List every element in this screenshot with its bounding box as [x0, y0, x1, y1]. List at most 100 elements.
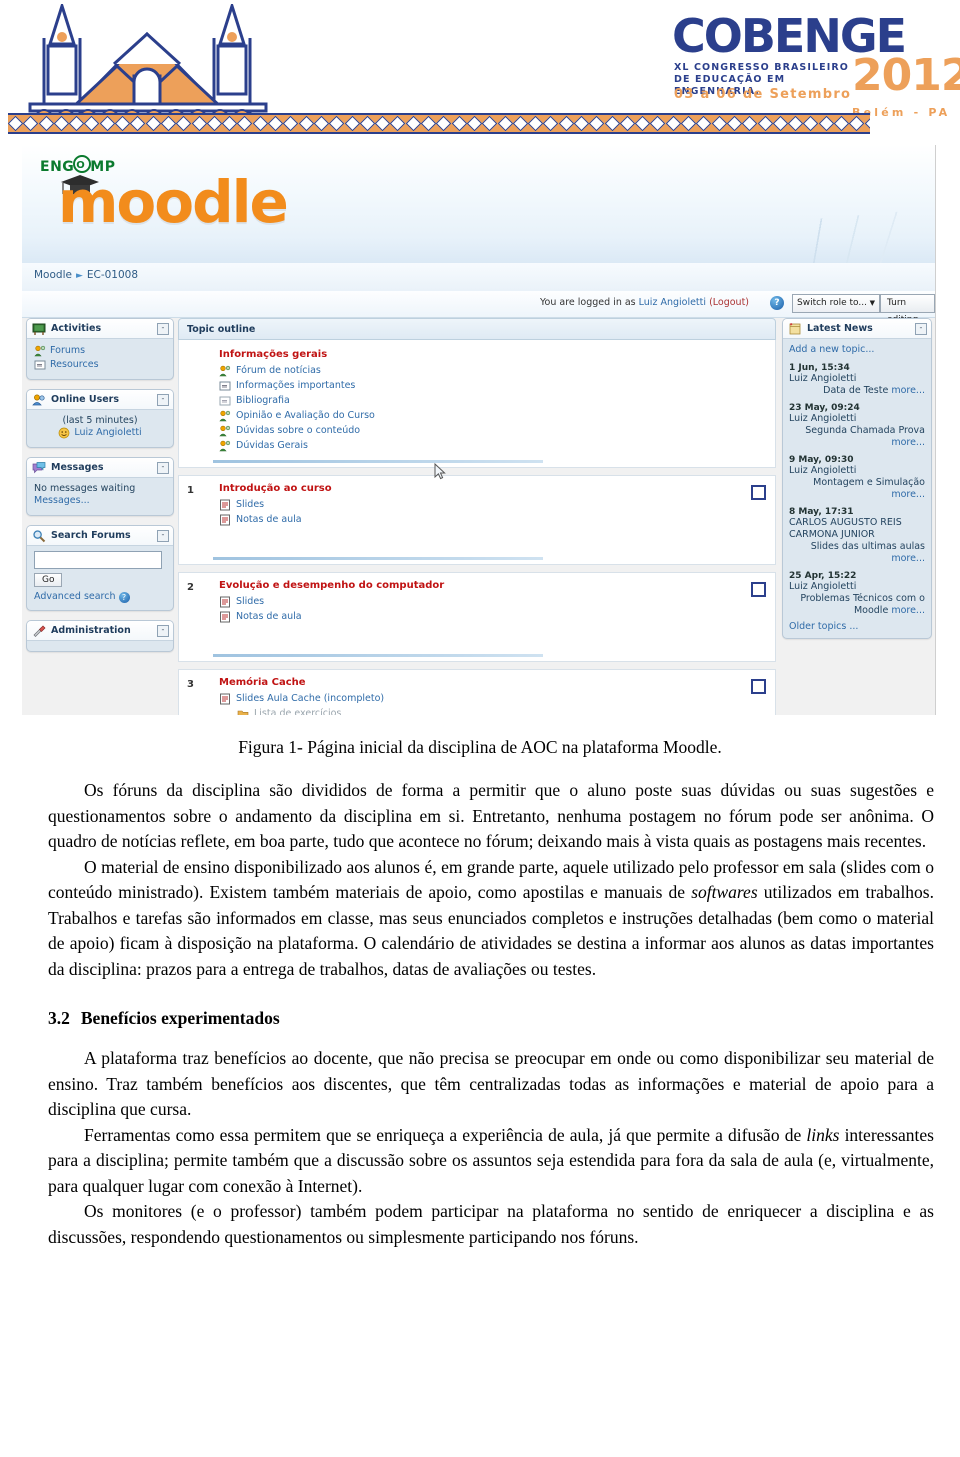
moodle-body: Activities - Forums Resources Online Use… [22, 318, 935, 715]
news-author: Luiz Angioletti [789, 465, 857, 476]
resource-icon [34, 360, 46, 370]
section-underline [213, 557, 543, 560]
section-highlight-checkbox[interactable] [751, 582, 766, 597]
block-messages-title: Messages [51, 462, 104, 473]
list-item[interactable]: Dúvidas sobre o conteúdo [219, 423, 775, 438]
list-item[interactable]: Opinião e Avaliação do Curso [219, 408, 775, 423]
block-messages-header: Messages - [27, 458, 173, 478]
breadcrumb: Moodle ► EC-01008 [22, 263, 935, 292]
turn-editing-on-button[interactable]: Turn editing on [880, 294, 935, 342]
activity-link-forums[interactable]: Forums [34, 344, 166, 358]
activity-link-resources-label[interactable]: Resources [50, 358, 99, 372]
forum-icon [219, 365, 231, 376]
activity-link-forums-label[interactable]: Forums [50, 344, 85, 358]
news-subject: Segunda Chamada Prova [805, 425, 925, 436]
online-users-note: (last 5 minutes) [62, 415, 138, 426]
news-entry: 8 May, 17:31 CARLOS AUGUSTO REIS CARMONA… [789, 507, 925, 565]
list-item[interactable]: Informações importantes [219, 378, 775, 393]
cobenge-logo: COBENGE XL CONGRESSO BRASILEIRO DE EDUCA… [672, 13, 960, 126]
list-item[interactable]: Notas de aula [219, 609, 775, 624]
topic-section-items: Slides Aula Cache (incompleto) Lista de … [179, 691, 775, 715]
online-user-entry[interactable]: Luiz Angioletti [34, 426, 166, 440]
collapse-icon[interactable]: - [157, 323, 169, 335]
login-status: You are logged in as Luiz Angioletti (Lo… [540, 297, 749, 308]
pdf-icon [220, 596, 230, 607]
list-item-label: Dúvidas Gerais [236, 440, 308, 451]
topic-outline-header: Topic outline [178, 318, 776, 340]
list-item-label: Lista de exercícios [254, 708, 342, 715]
list-item-label: Informações importantes [236, 380, 356, 391]
news-author: CARLOS AUGUSTO REIS CARMONA JUNIOR [789, 517, 902, 540]
collapse-icon[interactable]: - [157, 462, 169, 474]
block-administration-title: Administration [51, 625, 131, 636]
search-forums-input[interactable] [34, 551, 162, 569]
login-status-prefix: You are logged in as [540, 297, 639, 308]
paragraph-5: Os monitores (e o professor) também pode… [48, 1201, 934, 1247]
news-more-link[interactable]: more... [891, 553, 925, 564]
older-topics-link[interactable]: Older topics ... [789, 621, 925, 632]
section-highlight-checkbox[interactable] [751, 679, 766, 694]
add-new-topic-link[interactable]: Add a new topic... [789, 343, 925, 357]
news-icon [789, 323, 801, 335]
list-item[interactable]: Slides [219, 497, 775, 512]
news-subject-row: Problemas Técnicos com o Moodle more... [789, 593, 925, 617]
search-go-button[interactable]: Go [34, 573, 63, 587]
news-more-link[interactable]: more... [891, 489, 925, 500]
block-activities: Activities - Forums Resources [26, 318, 174, 380]
news-subject-row: Data de Teste more... [789, 385, 925, 397]
list-item[interactable]: Slides [219, 594, 775, 609]
topic-section-items: Slides Notas de aula [179, 594, 775, 624]
resource-icon [219, 396, 231, 405]
moodle-wordmark: moodle [58, 168, 289, 236]
moodle-screenshot-figure: ENG O MP moodle Moodle ► EC-01008 You are lo… [22, 145, 936, 715]
logout-link[interactable]: (Logout) [709, 297, 749, 308]
list-item[interactable]: Notas de aula [219, 512, 775, 527]
topic-section-2: 2 Evolução e desempenho do computador Sl… [178, 572, 776, 662]
profile-link[interactable]: Luiz Angioletti [639, 297, 706, 308]
list-item-label: Slides [236, 596, 265, 607]
decorative-ribbon [8, 113, 870, 134]
breadcrumb-course: EC-01008 [86, 269, 139, 281]
news-date: 9 May, 09:30 [789, 455, 854, 465]
section-underline [213, 460, 543, 463]
paragraph-4-emphasis: links [806, 1124, 840, 1145]
news-entry: 1 Jun, 15:34 Luiz Angioletti Data de Tes… [789, 363, 925, 397]
messages-link[interactable]: Messages... [34, 494, 166, 508]
paragraph-2: O material de ensino disponibilizado aos… [0, 855, 960, 983]
advanced-search-link[interactable]: Advanced search ? [34, 591, 166, 603]
collapse-icon[interactable]: - [157, 394, 169, 406]
paragraph-4-part-a: Ferramentas como essa permitem que se en… [84, 1124, 807, 1145]
block-search-forums: Search Forums - Go Advanced search ? [26, 525, 174, 611]
list-item[interactable]: Slides Aula Cache (incompleto) [219, 691, 775, 706]
news-more-link[interactable]: more... [891, 437, 925, 448]
section-highlight-checkbox[interactable] [751, 485, 766, 500]
activity-link-resources[interactable]: Resources [34, 358, 166, 372]
news-subject-row: Montagem e Simulação more... [789, 477, 925, 501]
collapse-icon[interactable]: - [915, 323, 927, 335]
news-author: Luiz Angioletti [789, 373, 857, 384]
breadcrumb-root[interactable]: Moodle [34, 269, 72, 281]
collapse-icon[interactable]: - [157, 625, 169, 637]
folder-icon [237, 710, 249, 715]
online-user-name[interactable]: Luiz Angioletti [74, 426, 141, 440]
block-messages: Messages - No messages waiting Messages.… [26, 457, 174, 516]
collapse-icon[interactable]: - [157, 530, 169, 542]
news-date: 8 May, 17:31 [789, 507, 854, 517]
help-icon[interactable]: ? [118, 592, 130, 603]
paragraph-1: Os fóruns da disciplina são divididos de… [48, 780, 934, 851]
news-more-link[interactable]: more... [891, 385, 925, 396]
moodle-site-header: ENG O MP moodle [22, 145, 935, 264]
switch-role-select[interactable]: Switch role to... ▼ [792, 294, 880, 313]
news-more-link[interactable]: more... [891, 605, 925, 616]
list-item[interactable]: Fórum de notícias [219, 363, 775, 378]
topic-number: 2 [187, 582, 194, 593]
mouse-cursor-icon [434, 463, 446, 480]
topic-section-items: Slides Notas de aula [179, 497, 775, 527]
list-item[interactable]: Bibliografia [219, 393, 775, 408]
list-item[interactable]: Dúvidas Gerais [219, 438, 775, 453]
topic-number: 1 [187, 485, 194, 496]
help-icon[interactable]: ? [770, 296, 784, 310]
list-item[interactable]: Lista de exercícios [219, 706, 775, 715]
pdf-icon [220, 514, 230, 525]
topic-number: 3 [187, 679, 194, 690]
